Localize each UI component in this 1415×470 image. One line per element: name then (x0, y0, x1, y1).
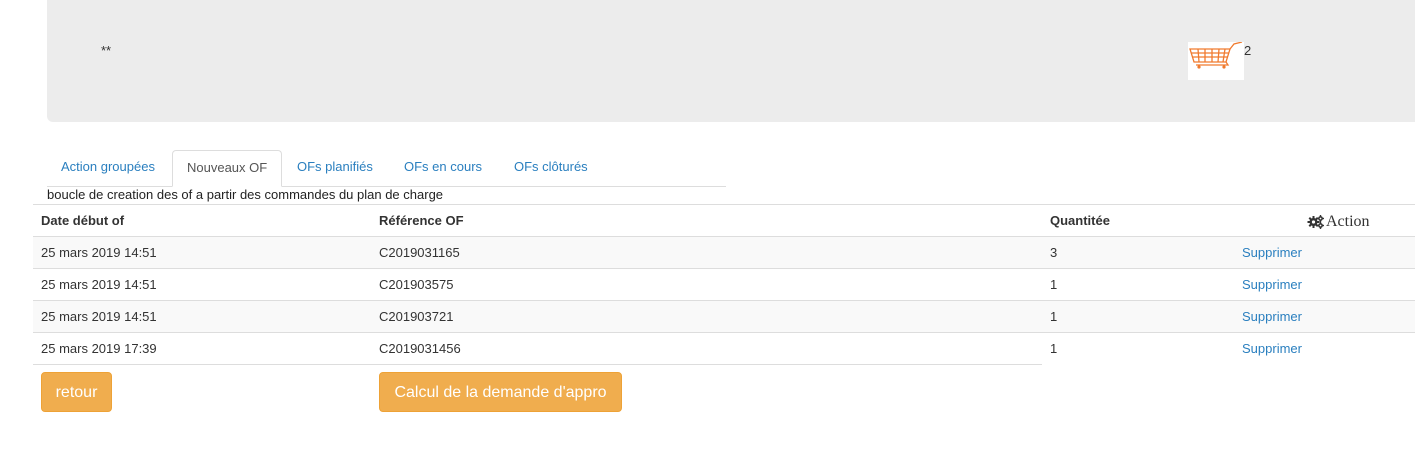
cart-button[interactable] (1188, 42, 1244, 80)
row-quantity: 3 (1050, 245, 1058, 260)
row-quantity: 1 (1050, 277, 1058, 292)
table-row: 25 mars 2019 17:39 C2019031456 1 Supprim… (33, 333, 1302, 365)
back-button[interactable]: retour (41, 372, 112, 412)
row-date: 25 mars 2019 14:51 (41, 245, 157, 260)
tab-ofs-en-cours[interactable]: OFs en cours (390, 150, 496, 186)
tab-ofs-clotures[interactable]: OFs clôturés (500, 150, 602, 186)
tab-nouveaux-of[interactable]: Nouveaux OF (172, 150, 283, 187)
row-reference: C201903575 (379, 277, 454, 292)
row-reference: C2019031456 (379, 341, 461, 356)
table-row: 25 mars 2019 14:51 C201903721 1 Supprime… (33, 301, 1415, 333)
table-row: 25 mars 2019 14:51 C2019031165 3 Supprim… (33, 237, 1415, 269)
row-reference: C201903721 (379, 309, 454, 324)
delete-link[interactable]: Supprimer (1242, 301, 1302, 332)
delete-link[interactable]: Supprimer (1242, 269, 1302, 300)
delete-link[interactable]: Supprimer (1242, 237, 1302, 268)
table-header-row: Date début of Référence OF Quantitée Act… (33, 205, 1415, 237)
tab-ofs-planifies[interactable]: OFs planifiés (283, 150, 387, 186)
row-quantity: 1 (1050, 309, 1058, 324)
cart-count: 2 (1244, 43, 1252, 58)
header-date: Date début of (41, 213, 125, 228)
header-quantity: Quantitée (1050, 213, 1110, 228)
of-table: Date début of Référence OF Quantitée Act… (33, 204, 1415, 365)
header-action-label: Action (1326, 213, 1370, 230)
row-date: 25 mars 2019 14:51 (41, 277, 157, 292)
row-date: 25 mars 2019 14:51 (41, 309, 157, 324)
table-row: 25 mars 2019 14:51 C201903575 1 Supprime… (33, 269, 1415, 301)
row-quantity: 1 (1050, 341, 1058, 356)
tab-action-groupees[interactable]: Action groupées (47, 150, 169, 186)
delete-link[interactable]: Supprimer (1242, 333, 1302, 364)
header-action: Action (1307, 206, 1370, 237)
header-reference: Référence OF (379, 213, 464, 228)
row-date: 25 mars 2019 17:39 (41, 341, 157, 356)
row-reference: C2019031165 (379, 245, 460, 260)
shopping-cart-icon (1189, 42, 1243, 69)
compute-request-button[interactable]: Calcul de la demande d'appro (379, 372, 622, 412)
tab-description: boucle de creation des of a partir des c… (47, 187, 444, 202)
tab-bar: Action groupées Nouveaux OF OFs planifié… (47, 150, 726, 187)
gears-icon (1307, 214, 1324, 229)
header-stars: ** (101, 43, 112, 58)
